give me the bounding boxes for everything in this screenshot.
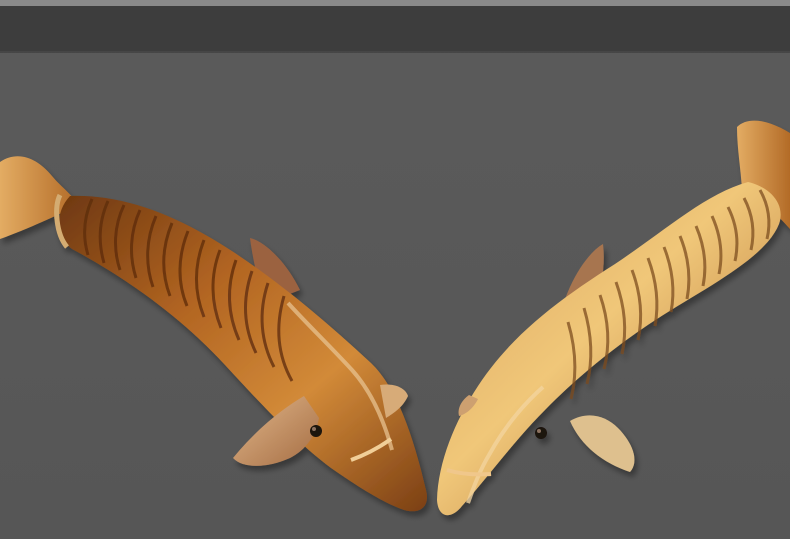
right-dolphin-front-fin [570,415,635,472]
photo-stage [0,0,790,539]
right-dolphin-eye [535,427,547,439]
dolphin-photo [0,120,790,516]
left-dolphin-eye [310,425,322,437]
left-dolphin [0,156,428,512]
right-dolphin [437,120,790,516]
